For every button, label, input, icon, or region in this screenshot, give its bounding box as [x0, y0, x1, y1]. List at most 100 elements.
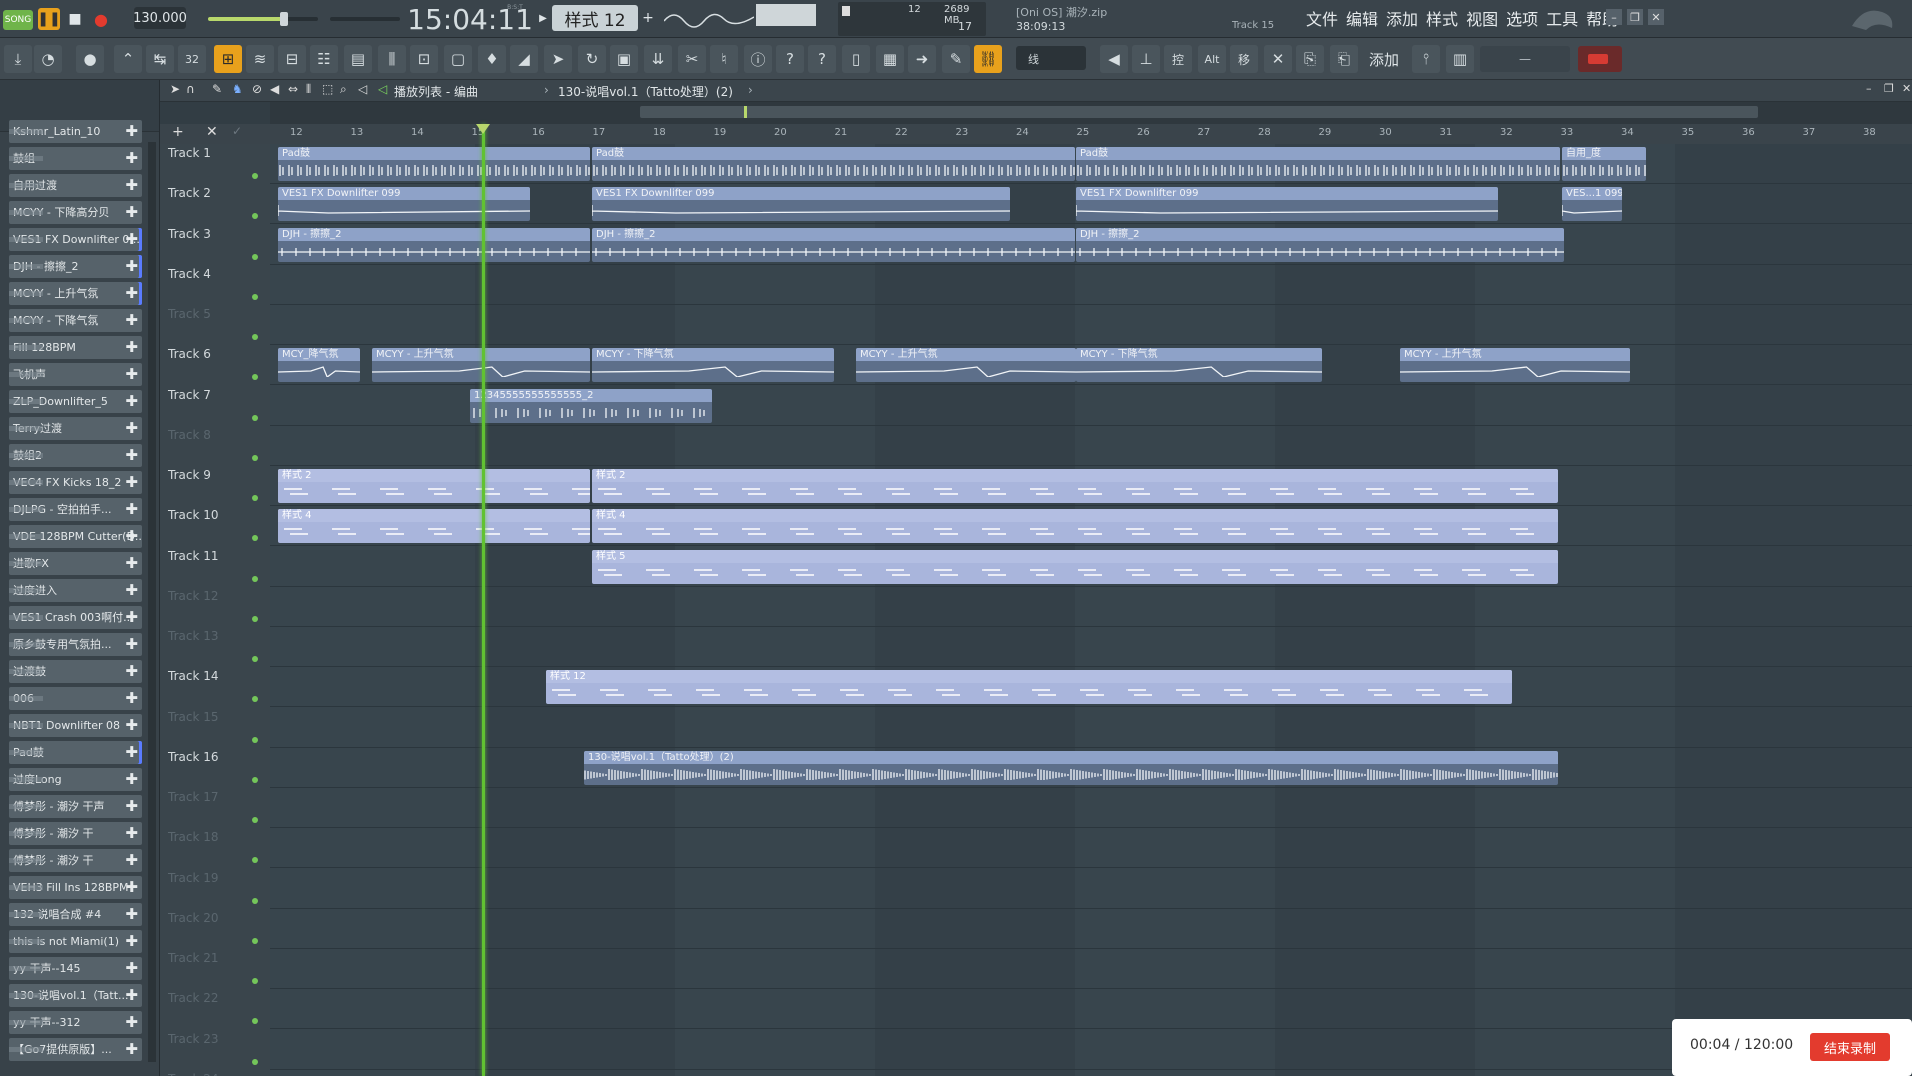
track-mute-led[interactable]	[252, 1018, 258, 1025]
browser-item[interactable]: 130-说唱vol.1（Tatt... ✚	[9, 984, 142, 1007]
add-to-channel-icon[interactable]: ✚	[125, 390, 138, 413]
track-name[interactable]: Track 1	[168, 146, 211, 160]
audio-clip[interactable]: DJH - 擦擦_2	[278, 227, 590, 262]
play-small-icon[interactable]: ◁	[378, 82, 387, 96]
slice-tool-icon[interactable]: ⫴	[306, 82, 311, 97]
playlist-minimize-icon[interactable]: –	[1866, 82, 1872, 95]
mute-icon[interactable]: ◀	[1100, 45, 1128, 73]
add-to-channel-icon[interactable]: ✚	[125, 174, 138, 197]
browser-item[interactable]: 鼓组✚	[9, 147, 142, 170]
track-mute-led[interactable]	[252, 575, 258, 582]
track-name[interactable]: Track 5	[168, 307, 211, 321]
browser-item[interactable]: 过度Long✚	[9, 768, 142, 791]
add-to-channel-icon[interactable]: ✚	[125, 444, 138, 467]
add-to-channel-icon[interactable]: ✚	[125, 498, 138, 521]
delete-icon[interactable]: ✕	[1264, 45, 1292, 73]
track-lane[interactable]	[270, 828, 1912, 869]
browser-item[interactable]: 原乡鼓专用气氛拍... ✚	[9, 633, 142, 656]
trash-icon[interactable]: ▥	[1446, 45, 1474, 73]
track-name[interactable]: Track 16	[168, 750, 218, 764]
browser-item[interactable]: VEC4 FX Kicks 18_2 ✚	[9, 471, 142, 494]
audio-clip[interactable]: MCYY - 上升气氛	[1400, 348, 1630, 383]
menu-add[interactable]: 添加	[1382, 6, 1422, 30]
track-lane[interactable]	[270, 1070, 1912, 1076]
timeline-ruler[interactable]: 12 13 14 15 16 17 18 19 20 21 22 23 24 25 26 27 28 29 30 31…	[270, 124, 1912, 144]
add-to-channel-icon[interactable]: ✚	[125, 282, 138, 305]
mute-tool-icon[interactable]: ◀	[270, 82, 279, 96]
copy-icon[interactable]: ⎘	[1296, 45, 1324, 73]
audio-clip[interactable]: VES...1 099	[1562, 187, 1622, 222]
pattern-add-button[interactable]: +	[641, 8, 655, 28]
magnet-icon[interactable]: ∩	[186, 82, 195, 96]
audio-clip[interactable]: DJH - 擦擦_2	[1076, 227, 1564, 262]
browser-item[interactable]: 飞机声✚	[9, 363, 142, 386]
menu-edit[interactable]: 编辑	[1342, 6, 1382, 30]
add-to-channel-icon[interactable]: ✚	[125, 336, 138, 359]
playlist-restore-icon[interactable]: ❐	[1884, 82, 1894, 95]
master-pitch-slider[interactable]	[330, 17, 400, 21]
pattern-clip[interactable]: 样式 4	[592, 509, 1558, 544]
countdown-icon[interactable]: ↹	[146, 45, 174, 73]
link-icon[interactable]: ⛓	[974, 45, 1002, 73]
browser-item[interactable]: 过渡鼓✚	[9, 660, 142, 683]
track-mute-led[interactable]	[252, 857, 258, 864]
mixer-icon[interactable]: ⫼	[378, 45, 406, 73]
multilink-icon[interactable]: ≋	[246, 45, 274, 73]
track-mute-led[interactable]	[252, 897, 258, 904]
audio-clip[interactable]: MCYY - 上升气氛	[372, 348, 590, 383]
select-tool-icon[interactable]: ⬚	[322, 82, 333, 96]
track-lane[interactable]	[270, 788, 1912, 828]
add-to-channel-icon[interactable]: ✚	[125, 714, 138, 737]
alt-icon[interactable]: Alt	[1198, 45, 1226, 73]
playlist-overview[interactable]	[270, 102, 1912, 124]
stamp-icon[interactable]: ⊥	[1132, 45, 1160, 73]
track-name[interactable]: Track 9	[168, 468, 211, 482]
browser-scrollbar[interactable]	[148, 142, 156, 1062]
audio-clip[interactable]: Pad鼓	[1076, 147, 1560, 181]
track-mute-led[interactable]	[252, 937, 258, 944]
zoom-display[interactable]: —	[1480, 46, 1570, 72]
stop-recording-button[interactable]: 结束录制	[1810, 1033, 1890, 1061]
track-lane[interactable]	[270, 708, 1912, 748]
menu-file[interactable]: 文件	[1302, 6, 1342, 30]
restore-icon[interactable]: ❐	[1627, 9, 1643, 25]
track-name[interactable]: Track 18	[168, 830, 218, 844]
browser-item[interactable]: NBT1 Downlifter 08 ✚	[9, 714, 142, 737]
browser-item[interactable]: yy 干声--312 ✚	[9, 1011, 142, 1034]
pattern-prev-button[interactable]: ▶	[536, 8, 550, 28]
track-name[interactable]: Track 21	[168, 951, 218, 965]
pause-button[interactable]: ❚❚	[37, 8, 61, 30]
track-mute-led[interactable]	[252, 696, 258, 703]
plugin-picker-icon[interactable]: ♦	[478, 45, 506, 73]
breadcrumb-clip[interactable]: 130-说唱vol.1（Tatto处理）(2)	[558, 83, 733, 100]
track-name[interactable]: Track 14	[168, 669, 218, 683]
pattern-clip[interactable]: 样式 5	[592, 549, 1558, 584]
add-to-channel-icon[interactable]: ✚	[125, 228, 138, 251]
add-to-channel-icon[interactable]: ✚	[125, 633, 138, 656]
browser-item[interactable]: VDE 128BPM Cutter(D... ✚	[9, 525, 142, 548]
arrow-right-icon[interactable]: ➜	[908, 45, 936, 73]
audio-clip[interactable]: VES1 FX Downlifter 099	[1076, 187, 1498, 222]
track-name[interactable]: Track 24	[168, 1072, 218, 1076]
browser-item[interactable]: 傅梦彤 - 潮汐 干声 ✚	[9, 795, 142, 818]
help-circle-icon[interactable]: ?	[776, 45, 804, 73]
track-mute-led[interactable]	[252, 173, 258, 179]
playhead[interactable]	[476, 124, 490, 1076]
track-mute-led[interactable]	[252, 374, 258, 381]
track-name[interactable]: Track 20	[168, 911, 218, 925]
browser-item[interactable]: DJLPG - 空拍拍手... ✚	[9, 498, 142, 521]
playlist-arrow-icon[interactable]: ➤	[170, 82, 180, 96]
browser-item[interactable]: VEH3 Fill Ins 128BPM ✚	[9, 876, 142, 899]
menu-options[interactable]: 选项	[1502, 6, 1542, 30]
audio-clip[interactable]: VES1 FX Downlifter 099	[278, 187, 530, 222]
panel-icon[interactable]: ▯	[842, 45, 870, 73]
track-name[interactable]: Track 6	[168, 347, 211, 361]
browser-item[interactable]: VES1 FX Downlifter 0... ✚	[9, 228, 142, 251]
track-lane[interactable]	[270, 265, 1912, 305]
slip-tool-icon[interactable]: ⇔	[288, 82, 298, 96]
pattern-clip[interactable]: 样式 12	[546, 670, 1512, 705]
track-lane[interactable]	[270, 305, 1912, 345]
metronome-icon[interactable]: ◔	[34, 45, 62, 73]
track-lane[interactable]	[270, 587, 1912, 627]
playlist-grid[interactable]: Pad鼓 Pad鼓 Pad鼓 自用_度 VES1 FX Downlifter 099 VE…	[270, 144, 1912, 1076]
